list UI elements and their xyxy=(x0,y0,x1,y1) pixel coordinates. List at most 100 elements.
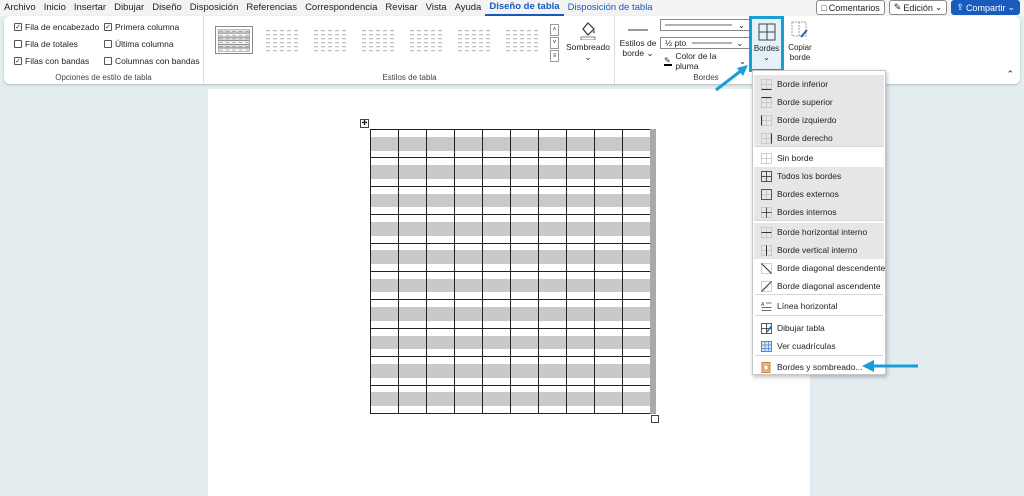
table-cell[interactable] xyxy=(482,214,511,244)
tab-revisar[interactable]: Revisar xyxy=(381,1,421,15)
table-style-thumbnail[interactable] xyxy=(263,26,301,54)
table-cell[interactable] xyxy=(398,242,427,272)
table-cell[interactable] xyxy=(594,384,623,414)
table-cell[interactable] xyxy=(454,128,483,159)
table-cell[interactable] xyxy=(538,299,567,329)
table-style-thumbnail[interactable] xyxy=(359,26,397,54)
table-cell[interactable] xyxy=(426,384,455,414)
share-button[interactable]: ⇪ Compartir ⌄ xyxy=(951,0,1020,15)
table-cell[interactable] xyxy=(454,327,483,358)
table-cell[interactable] xyxy=(454,384,483,414)
document-table[interactable] xyxy=(370,128,651,414)
table-style-thumbnail[interactable] xyxy=(407,26,445,54)
table-cell[interactable] xyxy=(622,157,651,187)
total-row-checkbox[interactable]: Fila de totales xyxy=(14,39,78,49)
collapse-ribbon-icon[interactable]: ⌃ xyxy=(1006,69,1014,80)
table-cell[interactable] xyxy=(622,299,651,329)
table-cell[interactable] xyxy=(622,242,651,272)
table-cell[interactable] xyxy=(566,356,595,386)
header-row-checkbox[interactable]: ✓ Fila de encabezado xyxy=(14,22,99,32)
first-column-checkbox[interactable]: ✓ Primera columna xyxy=(104,22,179,32)
menu-item-view-gridlines[interactable]: Ver cuadrículas xyxy=(754,337,884,355)
gallery-up-button[interactable]: ˄ xyxy=(550,24,559,36)
table-cell[interactable] xyxy=(510,327,539,358)
table-cell[interactable] xyxy=(594,270,623,301)
line-style-select[interactable]: ⌄ xyxy=(660,19,750,31)
table-cell[interactable] xyxy=(566,214,595,244)
table-cell[interactable] xyxy=(398,270,427,301)
table-cell[interactable] xyxy=(566,128,595,159)
table-cell[interactable] xyxy=(426,242,455,272)
table-cell[interactable] xyxy=(538,128,567,159)
menu-item-inside-horizontal[interactable]: Borde horizontal interno xyxy=(754,223,884,241)
table-cell[interactable] xyxy=(566,185,595,216)
table-cell[interactable] xyxy=(622,214,651,244)
table-cell[interactable] xyxy=(622,185,651,216)
last-column-checkbox[interactable]: Última columna xyxy=(104,39,174,49)
table-cell[interactable] xyxy=(370,157,399,187)
table-cell[interactable] xyxy=(566,157,595,187)
table-cell[interactable] xyxy=(510,128,539,159)
tab-disposicion-de-tabla[interactable]: Disposición de tabla xyxy=(564,1,657,15)
table-cell[interactable] xyxy=(426,185,455,216)
menu-item-inside-borders[interactable]: Bordes internos xyxy=(754,203,884,221)
table-move-handle-icon[interactable]: ✚ xyxy=(360,119,369,128)
table-cell[interactable] xyxy=(622,270,651,301)
menu-item-inside-vertical[interactable]: Borde vertical interno xyxy=(754,241,884,259)
table-cell[interactable] xyxy=(398,214,427,244)
table-cell[interactable] xyxy=(482,242,511,272)
table-cell[interactable] xyxy=(594,356,623,386)
menu-item-border-left[interactable]: Borde izquierdo xyxy=(754,111,884,129)
tab-diseno[interactable]: Diseño xyxy=(148,1,186,15)
table-cell[interactable] xyxy=(426,128,455,159)
table-cell[interactable] xyxy=(454,356,483,386)
table-cell[interactable] xyxy=(538,270,567,301)
table-cell[interactable] xyxy=(370,299,399,329)
table-cell[interactable] xyxy=(538,185,567,216)
table-cell[interactable] xyxy=(482,299,511,329)
table-cell[interactable] xyxy=(370,128,399,159)
table-cell[interactable] xyxy=(370,327,399,358)
borders-button[interactable]: Bordes ⌄ xyxy=(749,16,784,72)
table-cell[interactable] xyxy=(454,185,483,216)
table-cell[interactable] xyxy=(426,157,455,187)
menu-item-outside-borders[interactable]: Bordes externos xyxy=(754,185,884,203)
table-cell[interactable] xyxy=(370,214,399,244)
table-cell[interactable] xyxy=(454,242,483,272)
menu-item-diagonal-down[interactable]: Borde diagonal descendente xyxy=(754,259,885,277)
table-cell[interactable] xyxy=(594,214,623,244)
table-cell[interactable] xyxy=(426,327,455,358)
table-cell[interactable] xyxy=(594,128,623,159)
table-cell[interactable] xyxy=(622,384,651,414)
table-cell[interactable] xyxy=(510,270,539,301)
tab-archivo[interactable]: Archivo xyxy=(0,1,40,15)
table-cell[interactable] xyxy=(398,128,427,159)
table-cell[interactable] xyxy=(482,128,511,159)
table-cell[interactable] xyxy=(482,270,511,301)
table-cell[interactable] xyxy=(398,185,427,216)
shading-button[interactable]: Sombreado ⌄ xyxy=(563,20,613,62)
table-cell[interactable] xyxy=(594,327,623,358)
banded-rows-checkbox[interactable]: ✓ Filas con bandas xyxy=(14,56,89,66)
menu-item-diagonal-up[interactable]: Borde diagonal ascendente xyxy=(754,277,884,295)
table-cell[interactable] xyxy=(510,356,539,386)
table-cell[interactable] xyxy=(370,356,399,386)
table-cell[interactable] xyxy=(594,157,623,187)
border-styles-button[interactable]: Estilos de borde ⌄ xyxy=(618,22,658,58)
table-cell[interactable] xyxy=(622,327,651,358)
table-cell[interactable] xyxy=(482,384,511,414)
line-weight-select[interactable]: ½ pto ⌄ xyxy=(660,37,750,49)
table-cell[interactable] xyxy=(566,299,595,329)
table-cell[interactable] xyxy=(538,384,567,414)
table-cell[interactable] xyxy=(510,242,539,272)
table-cell[interactable] xyxy=(370,185,399,216)
menu-item-border-top[interactable]: Borde superior xyxy=(754,93,884,111)
tab-inicio[interactable]: Inicio xyxy=(40,1,70,15)
table-cell[interactable] xyxy=(426,270,455,301)
table-cell[interactable] xyxy=(566,242,595,272)
table-cell[interactable] xyxy=(398,327,427,358)
table-cell[interactable] xyxy=(426,299,455,329)
gallery-more-button[interactable]: ≡ xyxy=(550,50,559,62)
table-cell[interactable] xyxy=(538,214,567,244)
table-cell[interactable] xyxy=(482,185,511,216)
